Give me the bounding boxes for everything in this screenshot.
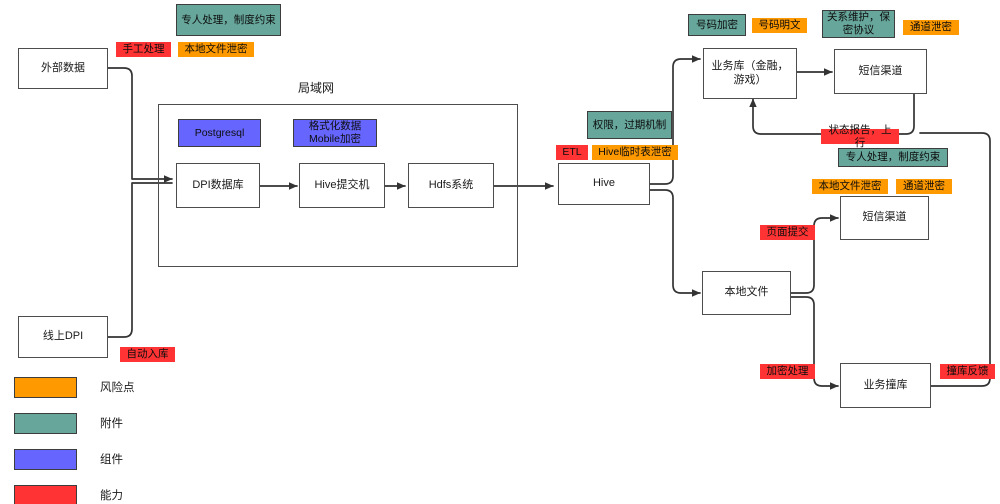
node-business-database[interactable]: 业务库（金融，游戏）: [703, 48, 797, 99]
tag-page-submit: 页面提交: [760, 225, 815, 240]
legend-swatch-risk: [14, 376, 77, 398]
node-label: 业务撞库: [863, 378, 908, 391]
node-online-dpi[interactable]: 线上DPI: [18, 316, 108, 358]
legend-label-component: 组件: [100, 454, 123, 466]
node-external-data[interactable]: 外部数据: [18, 48, 108, 89]
tag-hive-temp-table-leak: Hive临时表泄密: [592, 145, 678, 160]
tag-formatted-data-mobile-encryption: 格式化数据 Mobile加密: [293, 119, 377, 147]
node-hive[interactable]: Hive: [558, 163, 650, 205]
node-label: Hive提交机: [314, 178, 370, 191]
node-label: 本地文件: [724, 286, 769, 299]
tag-relationship-maintenance-nda: 关系维护，保密协议: [822, 10, 895, 38]
node-credential-stuffing[interactable]: 业务撞库: [840, 363, 931, 408]
tag-channel-leak-top: 通道泄密: [903, 20, 959, 35]
node-sms-channel-bottom[interactable]: 短信渠道: [840, 196, 929, 240]
legend: 风险点 附件 组件 能力: [14, 372, 244, 504]
legend-item-ability: 能力: [14, 480, 244, 504]
node-label: 业务库（金融，游戏）: [711, 59, 789, 86]
tag-auto-load: 自动入库: [120, 347, 175, 362]
node-local-file[interactable]: 本地文件: [702, 271, 791, 315]
node-label: Hive: [592, 177, 615, 190]
node-label: DPI数据库: [192, 178, 244, 191]
legend-label-ability: 能力: [100, 490, 123, 502]
edge-stuffing-feedback: [919, 132, 991, 387]
node-hdfs-system[interactable]: Hdfs系统: [408, 163, 494, 208]
node-label: 线上DPI: [42, 330, 84, 343]
legend-swatch-attachment: [14, 412, 77, 434]
legend-item-attachment: 附件: [14, 408, 244, 438]
node-hive-submitter[interactable]: Hive提交机: [299, 163, 385, 208]
tag-postgresql-component: Postgresql: [178, 119, 261, 147]
edge-hive-to-localfile: [649, 189, 701, 297]
tag-stuffing-feedback: 撞库反馈: [940, 364, 995, 379]
legend-label-attachment: 附件: [100, 418, 123, 430]
legend-swatch-ability: [14, 484, 77, 504]
tag-local-file-leak-bottom: 本地文件泄密: [812, 179, 888, 194]
node-label: 短信渠道: [862, 211, 907, 224]
node-label: Hdfs系统: [428, 178, 474, 191]
node-label: 外部数据: [41, 61, 85, 74]
tag-etl: ETL: [556, 145, 588, 160]
legend-swatch-component: [14, 448, 77, 470]
tag-manual-processing: 手工处理: [116, 42, 171, 57]
legend-item-component: 组件: [14, 444, 244, 474]
node-sms-channel-top[interactable]: 短信渠道: [834, 49, 927, 94]
group-title-lan: 局域网: [298, 81, 335, 95]
tag-permission-expiry: 权限，过期机制: [587, 111, 672, 139]
tag-expert-handling-top: 专人处理，制度约束: [176, 4, 281, 36]
tag-number-encryption: 号码加密: [688, 14, 746, 36]
tag-number-plaintext: 号码明文: [752, 18, 807, 33]
node-label: 短信渠道: [858, 64, 903, 77]
tag-local-file-leak-top: 本地文件泄密: [178, 42, 254, 57]
legend-item-risk: 风险点: [14, 372, 244, 402]
tag-channel-leak-bottom: 通道泄密: [896, 179, 952, 194]
tag-encryption-processing: 加密处理: [760, 364, 815, 379]
node-dpi-database[interactable]: DPI数据库: [176, 163, 260, 208]
tag-expert-handling-bottom: 专人处理，制度约束: [838, 148, 948, 167]
diagram-canvas: 局域网 外部数据 线上DPI DPI数据库 Hive提交机 Hdfs系统 Hiv…: [0, 0, 1000, 504]
legend-label-risk: 风险点: [100, 382, 135, 394]
tag-status-report-uplink: 状态报告，上行: [821, 124, 899, 149]
